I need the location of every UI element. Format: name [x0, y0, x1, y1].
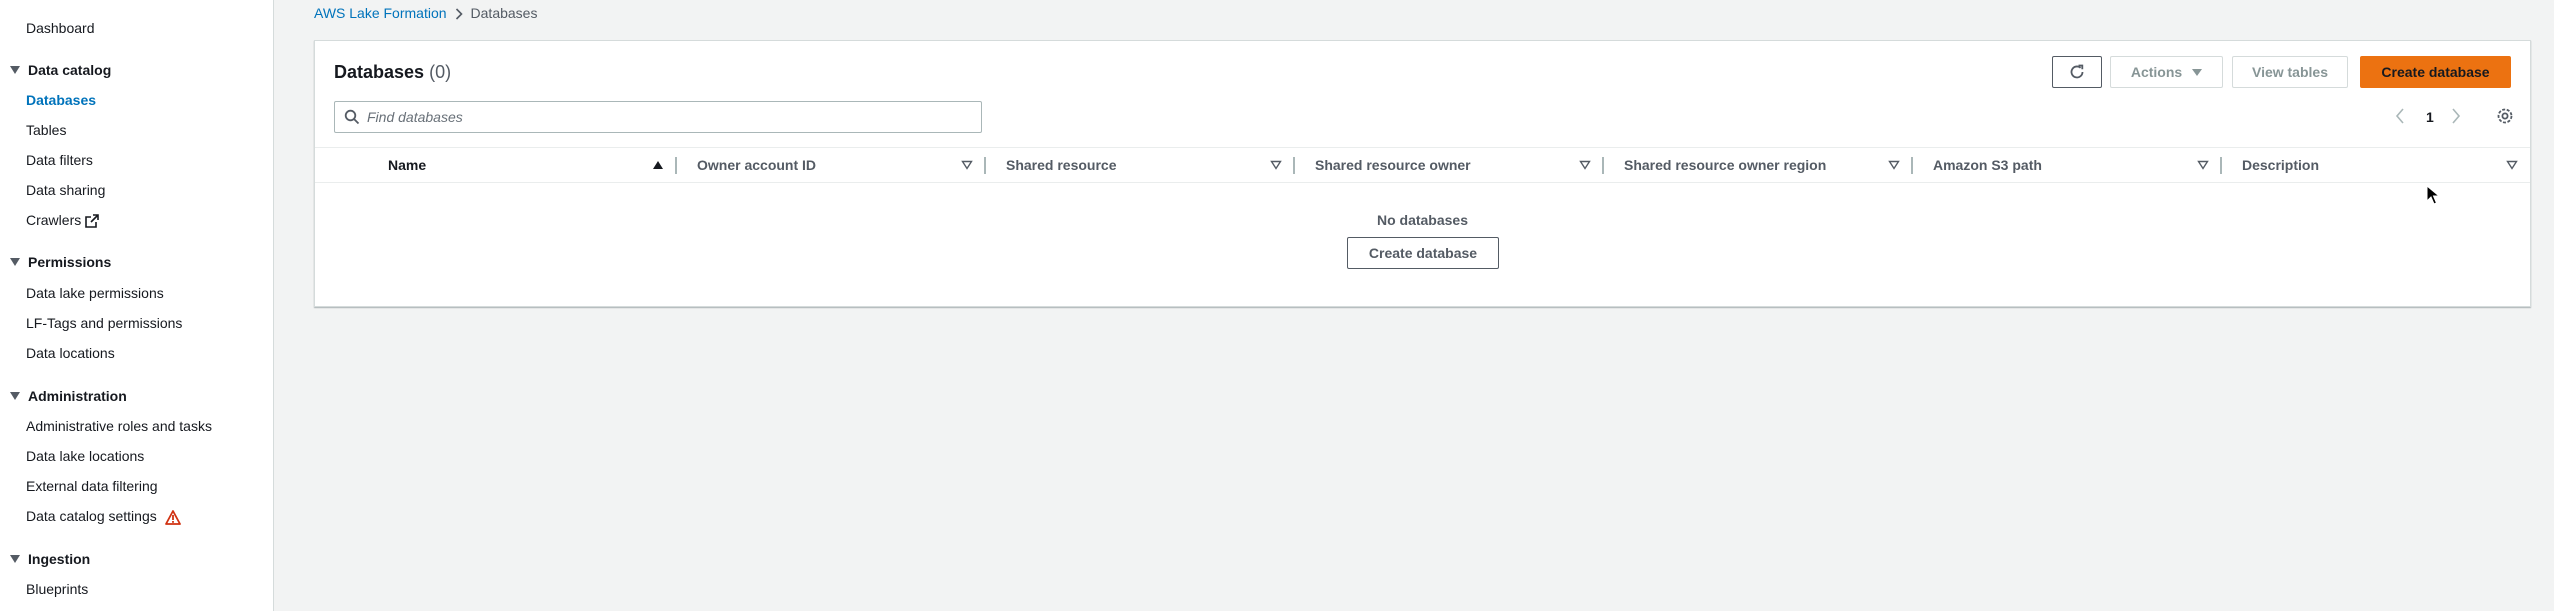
column-header-s3-path[interactable]: Amazon S3 path: [1933, 148, 2042, 182]
sort-icon[interactable]: [961, 160, 973, 170]
column-header-name[interactable]: Name: [388, 148, 426, 182]
sort-icon[interactable]: [2197, 160, 2209, 170]
databases-table-panel: Databases (0) Actions View tables Create…: [314, 40, 2531, 307]
nav-data-sharing[interactable]: Data sharing: [26, 181, 105, 199]
nav-data-lake-locations[interactable]: Data lake locations: [26, 447, 144, 465]
search-input[interactable]: [367, 102, 967, 132]
nav-data-catalog-settings-label: Data catalog settings: [26, 508, 157, 524]
nav-section-administration[interactable]: Administration: [10, 387, 127, 405]
previous-page-icon[interactable]: [2395, 107, 2405, 125]
nav-section-ingestion[interactable]: Ingestion: [10, 550, 90, 568]
nav-external-data-filtering[interactable]: External data filtering: [26, 477, 158, 495]
column-resizer[interactable]: [675, 157, 677, 174]
sort-icon[interactable]: [2506, 160, 2518, 170]
nav-section-data-catalog[interactable]: Data catalog: [10, 61, 111, 79]
nav-section-label: Data catalog: [28, 62, 112, 78]
empty-state-create-database-button[interactable]: Create database: [1347, 237, 1499, 269]
caret-down-icon: [10, 555, 20, 564]
refresh-button[interactable]: [2052, 56, 2102, 88]
sort-icon[interactable]: [1579, 160, 1591, 170]
actions-dropdown[interactable]: Actions: [2110, 56, 2223, 88]
breadcrumb-current: Databases: [470, 5, 538, 21]
search-icon: [344, 109, 360, 125]
caret-down-icon: [10, 392, 20, 401]
sort-icon[interactable]: [1888, 160, 1900, 170]
external-link-icon: [85, 214, 100, 229]
caret-down-icon: [2192, 68, 2203, 76]
gear-icon[interactable]: [2495, 106, 2515, 126]
search-box: [334, 101, 982, 133]
page-number[interactable]: 1: [2426, 108, 2434, 126]
breadcrumb-lake-formation[interactable]: AWS Lake Formation: [314, 5, 447, 21]
nav-databases[interactable]: Databases: [26, 91, 96, 109]
warning-icon: [164, 509, 181, 525]
nav-section-label: Administration: [28, 388, 127, 404]
mouse-cursor-icon: [2426, 185, 2440, 205]
column-header-description[interactable]: Description: [2242, 148, 2319, 182]
page-title: Databases (0): [334, 60, 451, 84]
actions-label: Actions: [2130, 64, 2183, 80]
caret-down-icon: [10, 66, 20, 75]
nav-dashboard[interactable]: Dashboard: [26, 19, 95, 37]
nav-data-catalog-settings[interactable]: Data catalog settings: [26, 507, 181, 525]
database-count: (0): [429, 62, 452, 82]
nav-section-label: Permissions: [28, 254, 112, 270]
nav-admin-roles-tasks[interactable]: Administrative roles and tasks: [26, 417, 212, 435]
view-tables-button[interactable]: View tables: [2232, 56, 2348, 88]
column-resizer[interactable]: [1602, 157, 1604, 174]
nav-data-filters[interactable]: Data filters: [26, 151, 93, 169]
nav-data-lake-permissions[interactable]: Data lake permissions: [26, 284, 164, 302]
column-header-shared-resource[interactable]: Shared resource: [1006, 148, 1117, 182]
sort-ascending-icon[interactable]: [652, 160, 664, 170]
panel-title-text: Databases: [334, 62, 425, 82]
column-header-owner-account-id[interactable]: Owner account ID: [697, 148, 816, 182]
breadcrumb: AWS Lake Formation Databases: [314, 4, 537, 22]
nav-data-locations[interactable]: Data locations: [26, 344, 115, 362]
nav-crawlers-label: Crawlers: [26, 212, 82, 228]
refresh-icon: [2070, 64, 2084, 79]
create-database-button[interactable]: Create database: [2360, 56, 2511, 88]
column-header-shared-resource-owner-region[interactable]: Shared resource owner region: [1624, 148, 1826, 182]
nav-blueprints[interactable]: Blueprints: [26, 580, 88, 598]
nav-crawlers[interactable]: Crawlers: [26, 211, 100, 229]
nav-lf-tags-permissions[interactable]: LF-Tags and permissions: [26, 314, 182, 332]
chevron-right-icon: [455, 8, 463, 20]
empty-state-message: No databases: [1376, 212, 1469, 228]
column-header-shared-resource-owner[interactable]: Shared resource owner: [1315, 148, 1471, 182]
column-resizer[interactable]: [984, 157, 986, 174]
column-resizer[interactable]: [1911, 157, 1913, 174]
nav-section-label: Ingestion: [28, 551, 91, 567]
side-navigation: Dashboard Data catalog Databases Tables …: [0, 0, 274, 611]
table-header: Name Owner account ID Shared resource Sh…: [315, 147, 2530, 183]
sort-icon[interactable]: [1270, 160, 1282, 170]
next-page-icon[interactable]: [2451, 107, 2461, 125]
column-resizer[interactable]: [2220, 157, 2222, 174]
column-resizer[interactable]: [1293, 157, 1295, 174]
caret-down-icon: [10, 258, 20, 267]
nav-section-permissions[interactable]: Permissions: [10, 253, 111, 271]
nav-tables[interactable]: Tables: [26, 121, 66, 139]
